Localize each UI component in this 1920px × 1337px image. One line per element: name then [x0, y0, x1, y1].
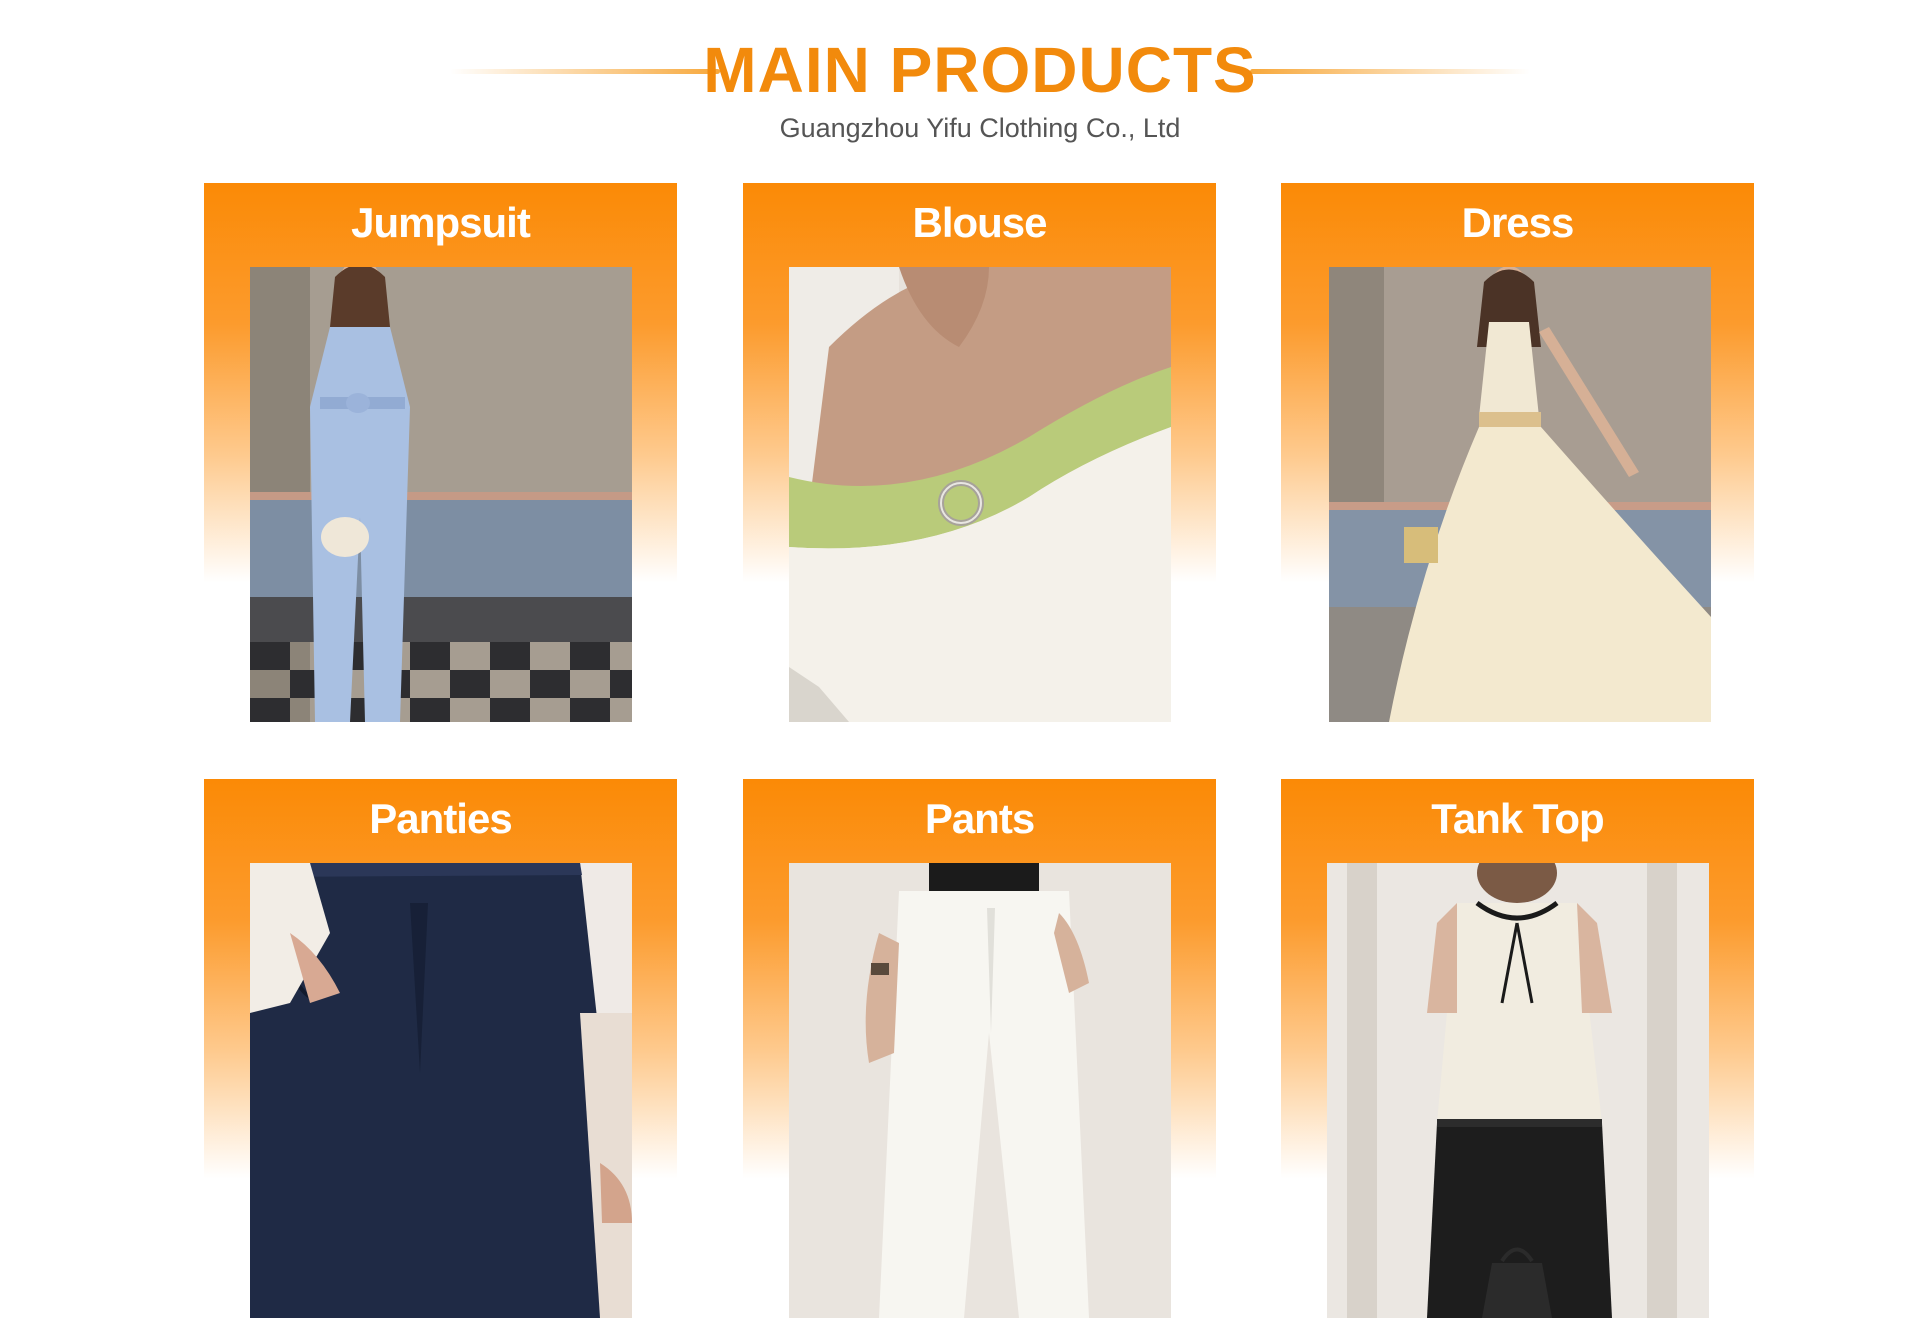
- jumpsuit-photo[interactable]: [250, 267, 632, 722]
- company-subtitle: Guangzhou Yifu Clothing Co., Ltd: [779, 113, 1181, 143]
- product-card-title: Blouse: [912, 199, 1047, 246]
- tank-top-photo-image: [1327, 863, 1709, 1318]
- shorts-photo-image: [250, 863, 632, 1318]
- product-card-title: Jumpsuit: [351, 199, 531, 246]
- dress-photo-image: [1329, 267, 1711, 722]
- product-card-title: Pants: [924, 795, 1035, 842]
- product-card-dress[interactable]: Dress: [1281, 183, 1754, 722]
- section-header: MAIN PRODUCTS Guangzhou Yifu Clothing Co…: [0, 0, 1920, 150]
- pants-photo[interactable]: [789, 863, 1171, 1318]
- product-card-jumpsuit[interactable]: Jumpsuit: [204, 183, 677, 722]
- tank-top-photo[interactable]: [1327, 863, 1709, 1318]
- shorts-photo[interactable]: [250, 863, 632, 1318]
- dress-photo[interactable]: [1329, 267, 1711, 722]
- product-card-title: Panties: [369, 795, 512, 842]
- product-card-pants[interactable]: Pants: [743, 779, 1216, 1318]
- product-card-title: Dress: [1461, 199, 1575, 246]
- product-card-title: Tank Top: [1431, 795, 1604, 842]
- product-card-tank-top[interactable]: Tank Top: [1281, 779, 1754, 1318]
- blouse-photo[interactable]: [789, 267, 1171, 722]
- pants-photo-image: [789, 863, 1171, 1318]
- product-card-blouse[interactable]: Blouse: [743, 183, 1216, 722]
- jumpsuit-photo-image: [250, 267, 632, 722]
- product-card-panties[interactable]: Panties: [204, 779, 677, 1318]
- blouse-photo-image: [789, 267, 1171, 722]
- page-title: MAIN PRODUCTS: [703, 34, 1257, 106]
